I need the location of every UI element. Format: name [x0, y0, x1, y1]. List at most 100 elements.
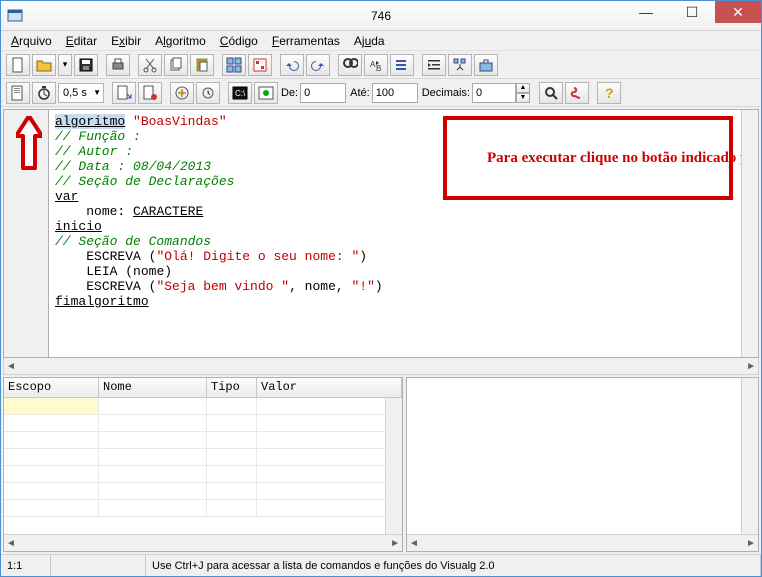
menu-exibir[interactable]: Exibir: [105, 32, 147, 50]
col-tipo[interactable]: Tipo: [207, 378, 257, 397]
breakpoint-clear-button[interactable]: [196, 82, 220, 104]
table-row[interactable]: [4, 500, 402, 517]
editor: algoritmo "BoasVindas" // Função : // Au…: [3, 109, 759, 358]
kw-algoritmo: algoritmo: [55, 114, 125, 129]
cut-button[interactable]: [138, 54, 162, 76]
editor-scrollbar-v[interactable]: [741, 110, 758, 357]
tile-windows-button[interactable]: [222, 54, 246, 76]
trace-button[interactable]: [565, 82, 589, 104]
red-arrow-icon: [16, 116, 42, 172]
redo-button[interactable]: [306, 54, 330, 76]
spinner-up-icon[interactable]: ▲: [516, 83, 530, 93]
outdent-button[interactable]: [448, 54, 472, 76]
stop-button[interactable]: [254, 82, 278, 104]
svg-text:B: B: [376, 64, 381, 73]
table-row[interactable]: [4, 466, 402, 483]
decl-tipo: CARACTERE: [133, 204, 203, 219]
console-button[interactable]: C:\: [228, 82, 252, 104]
open-dropdown[interactable]: ▾: [58, 54, 72, 76]
app-icon: [1, 8, 29, 24]
main-area: algoritmo "BoasVindas" // Função : // Au…: [1, 107, 761, 554]
new-button[interactable]: [6, 54, 30, 76]
escreva1-str: "Olá! Digite o seu nome: ": [156, 249, 359, 264]
col-valor[interactable]: Valor: [257, 378, 402, 397]
callout-box: Para executar clique no botão indicado p…: [443, 116, 733, 200]
paste-button[interactable]: [190, 54, 214, 76]
ate-label: Até:: [350, 87, 370, 99]
find-button[interactable]: [338, 54, 362, 76]
maximize-button[interactable]: ☐: [669, 1, 715, 23]
undo-button[interactable]: [280, 54, 304, 76]
col-nome[interactable]: Nome: [99, 378, 207, 397]
grid-body[interactable]: [4, 398, 402, 534]
save-button[interactable]: [74, 54, 98, 76]
kw-inicio: inicio: [55, 219, 102, 234]
ate-field[interactable]: 100: [372, 83, 418, 103]
scroll-right-icon[interactable]: ►: [746, 361, 756, 372]
output-scrollbar-v[interactable]: [741, 378, 758, 534]
help-button[interactable]: ?: [597, 82, 621, 104]
kw-var: var: [55, 189, 78, 204]
gutter: [4, 110, 48, 357]
comment-funcao: // Função :: [55, 129, 141, 144]
table-row[interactable]: [4, 483, 402, 500]
decimais-spinner[interactable]: 0 ▲▼: [472, 83, 532, 103]
status-hint: Use Ctrl+J para acessar a lista de coman…: [146, 555, 761, 576]
toolbar-main: ▾ AB: [1, 51, 761, 79]
output-scrollbar-h[interactable]: ◄►: [407, 534, 758, 551]
status-pos: 1:1: [1, 555, 51, 576]
callout-text: Para executar clique no botão indicado p…: [487, 150, 758, 166]
window-buttons: — ☐ ✕: [623, 1, 761, 23]
open-button[interactable]: [32, 54, 56, 76]
menu-editar[interactable]: Editar: [60, 32, 103, 50]
statusbar: 1:1 Use Ctrl+J para acessar a lista de c…: [1, 554, 761, 576]
chevron-down-icon: ▼: [93, 88, 101, 97]
output-pane[interactable]: ◄►: [406, 377, 759, 552]
copy-button[interactable]: [164, 54, 188, 76]
timer-value[interactable]: 0,5 s ▼: [58, 83, 104, 103]
step-into-button[interactable]: [112, 82, 136, 104]
table-row[interactable]: [4, 449, 402, 466]
vars-scrollbar-v[interactable]: [385, 398, 402, 534]
algo-name: "BoasVindas": [133, 114, 227, 129]
vars-scrollbar-h[interactable]: ◄►: [4, 534, 402, 551]
find-next-button[interactable]: [390, 54, 414, 76]
table-row[interactable]: [4, 398, 402, 415]
decimais-label: Decimais:: [422, 87, 470, 99]
breakpoint-button[interactable]: [170, 82, 194, 104]
vars-panel-button[interactable]: [474, 54, 498, 76]
code-area[interactable]: algoritmo "BoasVindas" // Função : // Au…: [48, 110, 758, 357]
editor-scrollbar-h[interactable]: ◄ ►: [3, 358, 759, 375]
replace-button[interactable]: AB: [364, 54, 388, 76]
watch-button[interactable]: [539, 82, 563, 104]
comment-data: // Data : 08/04/2013: [55, 159, 211, 174]
table-row[interactable]: [4, 415, 402, 432]
minimize-button[interactable]: —: [623, 1, 669, 23]
col-escopo[interactable]: Escopo: [4, 378, 99, 397]
decl-nome: nome:: [86, 204, 125, 219]
timer-text: 0,5 s: [63, 87, 87, 99]
escreva1-kw: ESCREVA: [86, 249, 141, 264]
timer-icon[interactable]: [32, 82, 56, 104]
step-over-button[interactable]: [138, 82, 162, 104]
svg-text:C:\: C:\: [235, 89, 246, 98]
menu-ferramentas[interactable]: Ferramentas: [266, 32, 346, 50]
bottom-panes: Escopo Nome Tipo Valor ◄► ◄►: [3, 377, 759, 552]
comment-seccmd: // Seção de Comandos: [55, 234, 211, 249]
run-button[interactable]: [6, 82, 30, 104]
module-button[interactable]: [248, 54, 272, 76]
spinner-down-icon[interactable]: ▼: [516, 93, 530, 103]
close-button[interactable]: ✕: [715, 1, 761, 23]
indent-button[interactable]: [422, 54, 446, 76]
grid-header: Escopo Nome Tipo Valor: [4, 378, 402, 398]
table-row[interactable]: [4, 432, 402, 449]
menu-algoritmo[interactable]: Algoritmo: [149, 32, 212, 50]
titlebar: 746 — ☐ ✕: [1, 1, 761, 31]
de-field[interactable]: 0: [300, 83, 346, 103]
print-button[interactable]: [106, 54, 130, 76]
menubar: Arquivo Editar Exibir Algoritmo Código F…: [1, 31, 761, 51]
menu-arquivo[interactable]: Arquivo: [5, 32, 58, 50]
menu-ajuda[interactable]: Ajuda: [348, 32, 391, 50]
menu-codigo[interactable]: Código: [214, 32, 264, 50]
scroll-left-icon[interactable]: ◄: [6, 361, 16, 372]
